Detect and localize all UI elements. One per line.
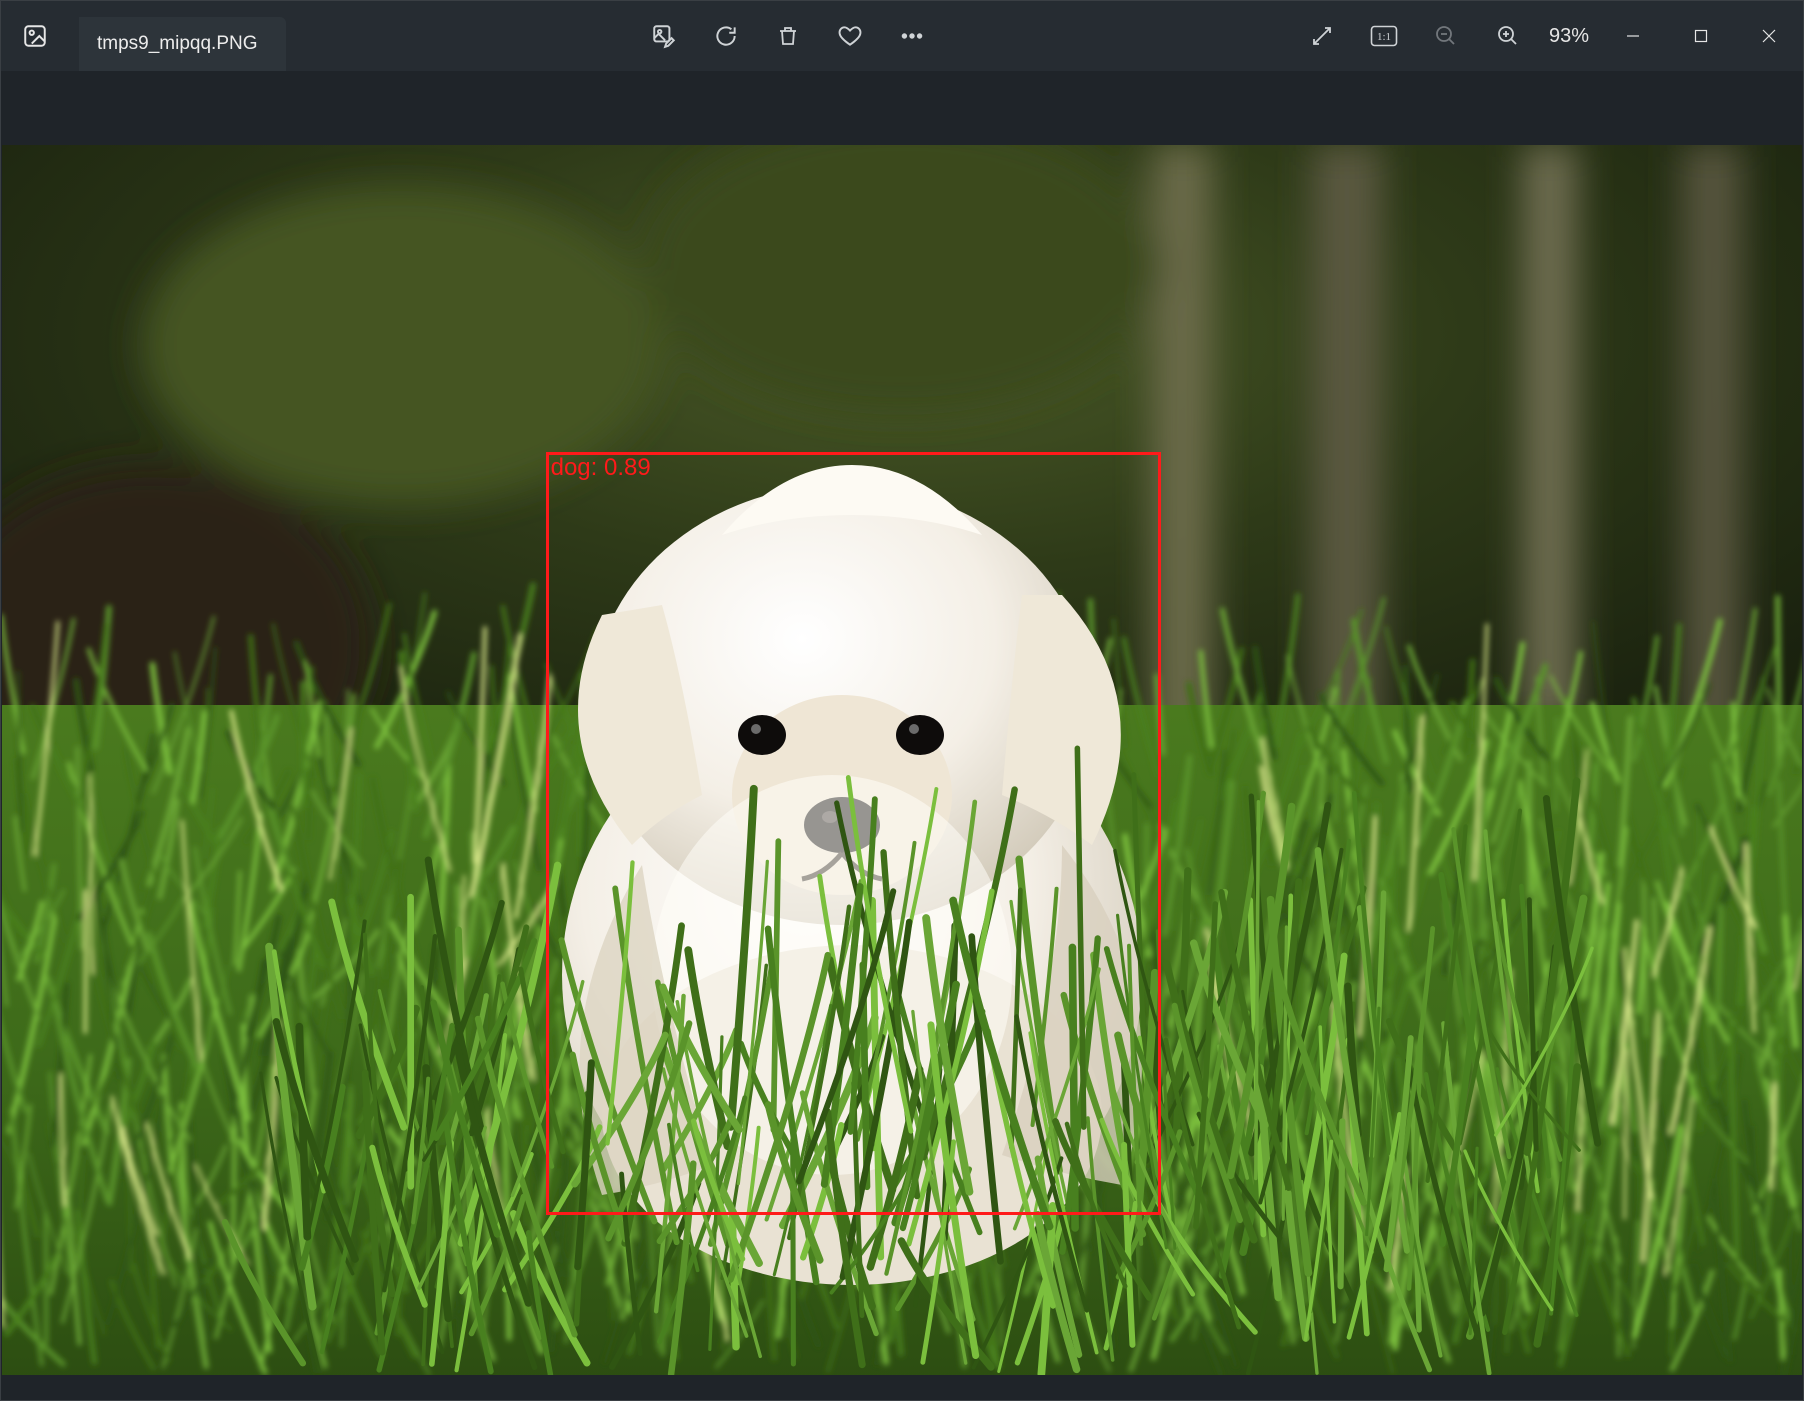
file-name: tmps9_mipqq.PNG [97, 33, 258, 55]
toolbar-right: 1:1 93% [1291, 1, 1599, 71]
window-controls [1599, 1, 1803, 71]
close-button[interactable] [1735, 1, 1803, 71]
photos-app-window: tmps9_mipqq.PNG [0, 0, 1804, 1401]
toolbar-center [633, 1, 943, 71]
zoom-out-button[interactable] [1415, 1, 1477, 71]
image-canvas: dog: 0.89 [2, 145, 1802, 1375]
titlebar-drag-region-2[interactable] [943, 1, 1291, 71]
maximize-button[interactable] [1667, 1, 1735, 71]
more-button[interactable] [881, 1, 943, 71]
titlebar: tmps9_mipqq.PNG [1, 1, 1803, 71]
minimize-button[interactable] [1599, 1, 1667, 71]
image-viewport[interactable]: dog: 0.89 [1, 71, 1803, 1400]
file-tab[interactable]: tmps9_mipqq.PNG [79, 17, 286, 71]
actual-size-button[interactable]: 1:1 [1353, 1, 1415, 71]
edit-image-button[interactable] [633, 1, 695, 71]
displayed-image [2, 145, 1802, 1375]
zoom-level: 93% [1539, 25, 1599, 48]
rotate-button[interactable] [695, 1, 757, 71]
fullscreen-button[interactable] [1291, 1, 1353, 71]
svg-text:1:1: 1:1 [1377, 31, 1391, 43]
delete-button[interactable] [757, 1, 819, 71]
photos-app-icon [19, 20, 51, 52]
titlebar-drag-region[interactable] [286, 1, 634, 71]
zoom-in-button[interactable] [1477, 1, 1539, 71]
favorite-button[interactable] [819, 1, 881, 71]
